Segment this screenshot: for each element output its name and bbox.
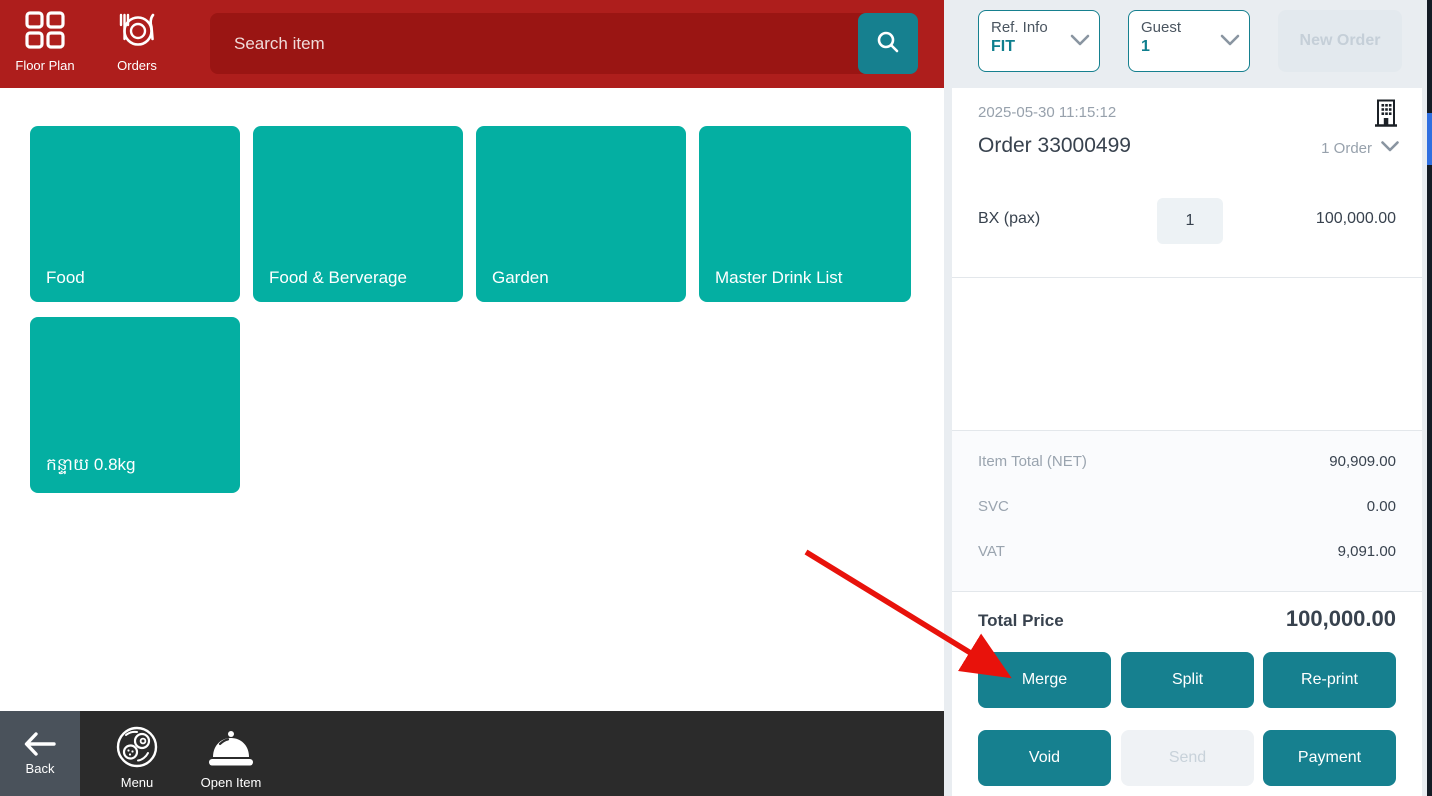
order-panel: Ref. Info FIT Guest 1 New Order [944,0,1427,796]
divider [952,277,1422,278]
ref-info-dropdown[interactable]: Ref. Info FIT [978,10,1100,72]
menu-button[interactable]: Menu [92,715,182,790]
total-price-value: 100,000.00 [1286,606,1396,632]
bottom-toolbar: Back Menu [0,711,944,796]
pos-app-window: Floor Plan Orders [0,0,1432,796]
split-button[interactable]: Split [1121,652,1254,708]
order-count-label: 1 Order [1321,140,1372,157]
category-tile-food[interactable]: Food [30,126,240,302]
search-bar [210,13,918,74]
item-name: BX (pax) [978,210,1040,228]
new-order-button[interactable]: New Order [1278,10,1402,72]
void-button[interactable]: Void [978,730,1111,786]
search-button[interactable] [858,13,918,74]
nav-orders[interactable]: Orders [92,6,182,73]
nav-floor-plan[interactable]: Floor Plan [0,6,90,73]
category-tile-label: Master Drink List [715,268,843,288]
total-row-label: VAT [978,543,1005,560]
total-price-label: Total Price [978,611,1064,631]
total-row-value: 90,909.00 [1329,453,1396,470]
scrollbar-thumb[interactable] [1427,113,1432,165]
search-input[interactable] [210,13,918,74]
category-tile-label: Food & Berverage [269,268,407,288]
total-row-label: Item Total (NET) [978,453,1087,470]
total-row-value: 9,091.00 [1338,543,1396,560]
order-card: 2025-05-30 11:15:12 Order 3300 [952,88,1422,796]
building-icon[interactable] [1372,98,1400,133]
total-row-value: 0.00 [1367,498,1396,515]
item-price: 100,000.00 [1316,210,1396,228]
menu-label: Menu [92,775,182,790]
cloche-icon [186,715,276,771]
order-title: Order 33000499 [978,134,1131,158]
back-arrow-icon [0,727,80,761]
back-label: Back [0,761,80,776]
total-row-vat: VAT 9,091.00 [978,543,1396,563]
nav-orders-label: Orders [92,58,182,73]
category-tile-label: Garden [492,268,549,288]
back-button[interactable]: Back [0,711,80,796]
chevron-down-icon [1219,33,1241,52]
menu-plate-icon [92,715,182,771]
category-tile-food-beverage[interactable]: Food & Berverage [253,126,463,302]
open-item-button[interactable]: Open Item [186,715,276,790]
category-grid: Food Food & Berverage Garden Master Drin… [0,88,944,710]
total-price-row: Total Price 100,000.00 [978,606,1396,634]
category-tile-garden[interactable]: Garden [476,126,686,302]
nav-floor-plan-label: Floor Plan [0,58,90,73]
order-datetime: 2025-05-30 11:15:12 [978,104,1116,121]
category-tile-kantheay[interactable]: កន្ទាយ 0.8kg [30,317,240,493]
reprint-button[interactable]: Re-print [1263,652,1396,708]
search-icon [875,29,901,58]
category-tile-label: Food [46,268,85,288]
open-item-label: Open Item [186,775,276,790]
order-count-toggle[interactable]: 1 Order [1321,140,1400,157]
payment-button[interactable]: Payment [1263,730,1396,786]
chevron-down-icon [1069,33,1091,52]
order-item-row: BX (pax) 1 100,000.00 [952,194,1422,250]
category-tile-label: កន្ទាយ 0.8kg [46,454,135,479]
total-row-net: Item Total (NET) 90,909.00 [978,453,1396,473]
send-button[interactable]: Send [1121,730,1254,786]
category-tile-master-drink-list[interactable]: Master Drink List [699,126,911,302]
merge-button[interactable]: Merge [978,652,1111,708]
top-header-bar: Floor Plan Orders [0,0,944,88]
item-quantity-box[interactable]: 1 [1157,198,1223,244]
total-row-label: SVC [978,498,1009,515]
orders-plate-icon [92,6,182,56]
grid-icon [0,6,90,56]
total-row-svc: SVC 0.00 [978,498,1396,518]
chevron-down-icon [1380,140,1400,157]
guest-dropdown[interactable]: Guest 1 [1128,10,1250,72]
order-panel-header: Ref. Info FIT Guest 1 New Order [944,0,1427,88]
totals-section: Item Total (NET) 90,909.00 SVC 0.00 VAT … [952,430,1422,592]
